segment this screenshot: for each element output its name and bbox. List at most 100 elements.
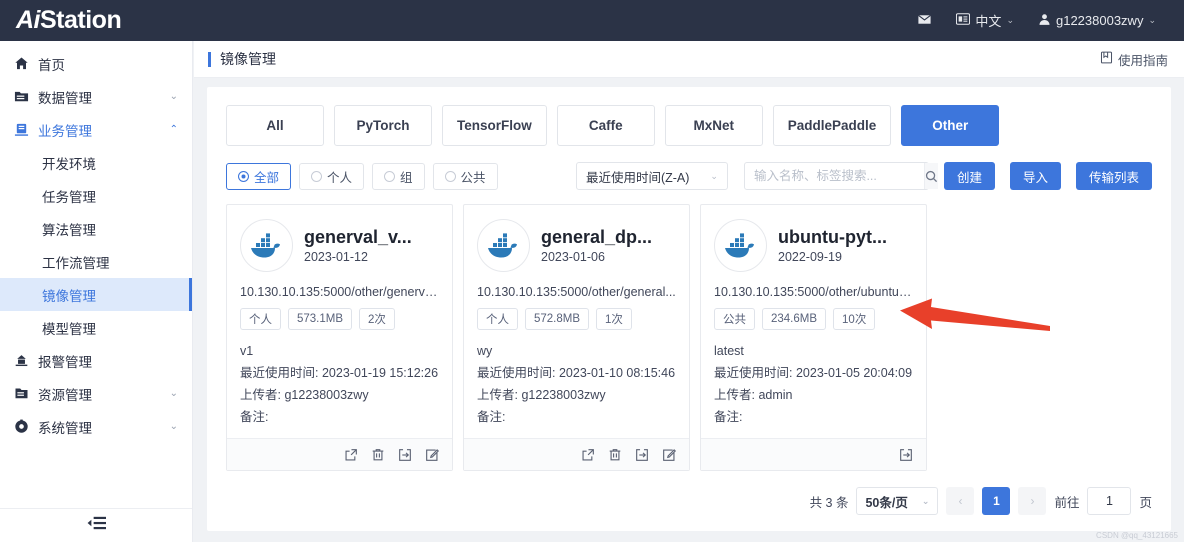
share-icon[interactable] <box>581 448 595 462</box>
tag-usage-count: 2次 <box>359 308 395 330</box>
card-registry-url: 10.130.10.135:5000/other/ubuntu-... <box>714 285 913 299</box>
logo-station-text: Station <box>40 6 122 34</box>
sidebar-item-dev-environment[interactable]: 开发环境 <box>0 146 192 179</box>
logo-ai-text: Ai <box>16 6 41 34</box>
export-icon[interactable] <box>398 448 412 462</box>
card-version: v1 <box>240 344 254 358</box>
card-version: latest <box>714 344 744 358</box>
delete-icon[interactable] <box>371 448 385 462</box>
radio-personal[interactable]: 个人 <box>299 162 365 190</box>
image-card[interactable]: general_dp... 2023-01-06 10.130.10.135:5… <box>463 204 690 471</box>
tab-tensorflow[interactable]: TensorFlow <box>442 105 547 146</box>
chevron-down-icon: ⌄ <box>710 170 718 181</box>
last-used-value: 2023-01-19 15:12:26 <box>321 366 439 380</box>
radio-public[interactable]: 公共 <box>432 162 498 190</box>
home-icon <box>14 56 38 71</box>
sidebar-item-alarm-management[interactable]: 报警管理 <box>0 344 192 377</box>
main-panel: All PyTorch TensorFlow Caffe MxNet Paddl… <box>207 87 1171 531</box>
alarm-icon <box>14 353 38 368</box>
tab-caffe[interactable]: Caffe <box>556 105 655 146</box>
sidebar-item-home[interactable]: 首页 <box>0 47 192 80</box>
user-name-label: g12238003zwy <box>1055 13 1144 28</box>
resource-icon <box>14 386 38 401</box>
page-size-value: 50条/页 <box>865 495 908 510</box>
sidebar-item-workflow-management[interactable]: 工作流管理 <box>0 245 192 278</box>
goto-page-input[interactable]: 1 <box>1087 487 1132 515</box>
sidebar-item-model-management[interactable]: 模型管理 <box>0 311 192 344</box>
card-uploader: 上传者: admin <box>714 384 913 406</box>
docker-logo-icon <box>477 219 530 272</box>
sort-select-value: 最近使用时间(Z-A) <box>585 170 690 185</box>
radio-group[interactable]: 组 <box>372 162 425 190</box>
card-tags: 公共 234.6MB 10次 <box>714 308 913 330</box>
tab-other[interactable]: Other <box>901 105 1000 146</box>
transfer-list-button[interactable]: 传输列表 <box>1075 162 1152 190</box>
sidebar-item-resource-management[interactable]: 资源管理 ⌄ <box>0 377 192 410</box>
card-title-group: generval_v... 2023-01-12 <box>304 227 439 264</box>
tab-all[interactable]: All <box>226 105 324 146</box>
page-size-select[interactable]: 50条/页 ⌄ <box>856 487 939 515</box>
prev-page-button[interactable]: ‹ <box>946 487 975 515</box>
create-button[interactable]: 创建 <box>943 162 995 190</box>
top-bar: Ai Station 中文 ⌄ g12238003zwy ⌄ <box>0 0 1184 41</box>
card-body: ubuntu-pyt... 2022-09-19 10.130.10.135:5… <box>701 205 926 438</box>
sidebar-collapse-bar[interactable] <box>0 508 192 542</box>
radio-all[interactable]: 全部 <box>226 162 292 190</box>
language-switcher[interactable]: 中文 ⌄ <box>944 0 1026 41</box>
sidebar-item-system-management[interactable]: 系统管理 ⌄ <box>0 410 192 443</box>
next-page-button[interactable]: › <box>1018 487 1047 515</box>
card-name: generval_v... <box>304 227 412 247</box>
sidebar-item-image-management[interactable]: 镜像管理 <box>0 278 192 311</box>
card-name: ubuntu-pyt... <box>778 227 887 247</box>
tag-scope: 个人 <box>477 308 518 330</box>
sidebar-item-business-management[interactable]: 业务管理 ⌃ <box>0 113 192 146</box>
sidebar-item-algorithm-management[interactable]: 算法管理 <box>0 212 192 245</box>
share-icon[interactable] <box>344 448 358 462</box>
tag-size: 572.8MB <box>525 308 590 330</box>
chevron-down-icon: ⌄ <box>169 91 178 102</box>
usage-guide-link[interactable]: 使用指南 <box>1100 50 1168 69</box>
sidebar-item-data-management[interactable]: 数据管理 ⌄ <box>0 80 192 113</box>
card-registry-url: 10.130.10.135:5000/other/general... <box>477 285 676 299</box>
export-icon[interactable] <box>899 448 913 462</box>
menu-fold-icon[interactable] <box>87 515 106 536</box>
radio-label: 公共 <box>460 170 486 185</box>
tag-scope: 公共 <box>714 308 755 330</box>
last-used-value: 2023-01-10 08:15:46 <box>558 366 676 380</box>
radio-label: 个人 <box>327 170 353 185</box>
edit-icon[interactable] <box>662 448 676 462</box>
delete-icon[interactable] <box>608 448 622 462</box>
card-tags: 个人 572.8MB 1次 <box>477 308 676 330</box>
card-body: generval_v... 2023-01-12 10.130.10.135:5… <box>227 205 452 438</box>
search-input[interactable] <box>744 163 924 189</box>
user-menu[interactable]: g12238003zwy ⌄ <box>1026 0 1168 41</box>
card-uploader: 上传者: g12238003zwy <box>477 384 676 406</box>
radio-label: 组 <box>400 170 413 185</box>
export-icon[interactable] <box>635 448 649 462</box>
edit-icon[interactable] <box>425 448 439 462</box>
image-card-list: generval_v... 2023-01-12 10.130.10.135:5… <box>207 190 1171 471</box>
page-number-1[interactable]: 1 <box>982 487 1011 515</box>
search-button[interactable] <box>923 163 938 189</box>
last-used-label: 最近使用时间: <box>477 366 556 380</box>
card-header: ubuntu-pyt... 2022-09-19 <box>714 219 913 272</box>
image-card[interactable]: ubuntu-pyt... 2022-09-19 10.130.10.135:5… <box>700 204 927 471</box>
sort-select[interactable]: 最近使用时间(Z-A) ⌄ <box>575 162 728 190</box>
tab-pytorch[interactable]: PyTorch <box>334 105 432 146</box>
app-logo[interactable]: Ai Station <box>0 0 193 41</box>
tab-paddlepaddle[interactable]: PaddlePaddle <box>772 105 892 146</box>
last-used-label: 最近使用时间: <box>240 366 319 380</box>
sidebar-item-task-management[interactable]: 任务管理 <box>0 179 192 212</box>
mail-button[interactable] <box>905 0 944 41</box>
tab-mxnet[interactable]: MxNet <box>664 105 763 146</box>
import-button[interactable]: 导入 <box>1009 162 1061 190</box>
guide-book-icon <box>1100 51 1113 67</box>
business-icon <box>14 122 38 137</box>
search-box <box>743 162 938 190</box>
card-last-used: 最近使用时间: 2023-01-19 15:12:26 <box>240 362 439 384</box>
system-gear-icon <box>14 419 38 434</box>
goto-suffix-label: 页 <box>1139 495 1152 510</box>
tag-size: 573.1MB <box>288 308 353 330</box>
uploader-label: 上传者: <box>477 388 518 402</box>
image-card[interactable]: generval_v... 2023-01-12 10.130.10.135:5… <box>226 204 453 471</box>
